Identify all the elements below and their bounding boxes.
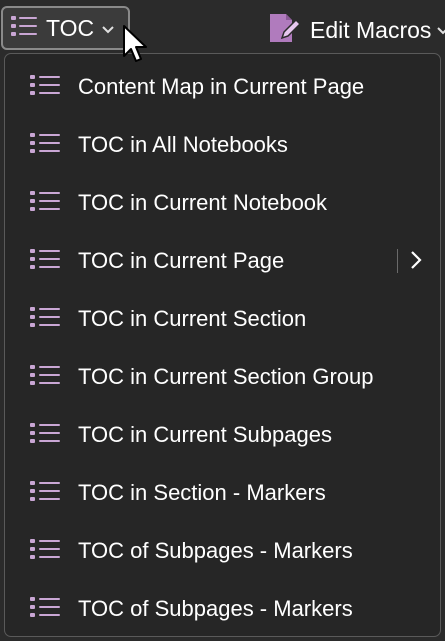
list-icon	[29, 246, 61, 277]
chevron-down-icon	[437, 22, 445, 38]
edit-macros-label: Edit Macros	[310, 16, 432, 43]
list-icon	[29, 594, 61, 625]
menu-item-label: TOC of Subpages - Markers	[78, 538, 353, 563]
list-icon	[29, 420, 61, 451]
menu-item-label: TOC in All Notebooks	[78, 132, 288, 157]
list-icon	[29, 362, 61, 393]
menu-item[interactable]: TOC in Current Notebook	[5, 174, 440, 232]
toc-dropdown-button[interactable]: TOC	[1, 6, 130, 50]
menu-item-label: TOC in Section - Markers	[78, 480, 326, 505]
list-icon	[29, 72, 61, 103]
toolbar: TOC Edit Macros	[0, 0, 445, 56]
menu-item[interactable]: TOC of Subpages - Markers	[5, 580, 440, 638]
toc-dropdown-menu: Content Map in Current Page TOC in All No…	[4, 53, 441, 637]
list-icon	[29, 536, 61, 567]
menu-item-label: TOC in Current Page	[78, 248, 285, 273]
list-icon	[10, 14, 38, 43]
menu-item-label: Content Map in Current Page	[78, 74, 365, 99]
mouse-pointer-icon	[122, 24, 148, 69]
menu-item[interactable]: TOC in Section - Markers	[5, 464, 440, 522]
menu-item-label: TOC in Current Section	[78, 306, 307, 331]
toc-button-label: TOC	[46, 14, 95, 41]
chevron-down-icon	[102, 21, 114, 37]
list-icon	[29, 304, 61, 335]
menu-item-label: TOC in Current Subpages	[78, 422, 332, 447]
edit-macros-button[interactable]: Edit Macros	[268, 12, 445, 48]
menu-item[interactable]: TOC in Current Section	[5, 290, 440, 348]
menu-item[interactable]: TOC of Subpages - Markers	[5, 522, 440, 580]
menu-item[interactable]: TOC in All Notebooks	[5, 116, 440, 174]
menu-item-label: TOC in Current Section Group	[78, 364, 374, 389]
menu-item[interactable]: TOC in Current Section Group	[5, 348, 440, 406]
menu-item-label: TOC in Current Notebook	[78, 190, 328, 215]
edit-macro-icon	[268, 12, 302, 49]
menu-item[interactable]: TOC in Current Subpages	[5, 406, 440, 464]
menu-item-label: TOC of Subpages - Markers	[78, 596, 353, 621]
submenu-divider	[397, 249, 398, 273]
list-icon	[29, 130, 61, 161]
chevron-right-icon[interactable]	[409, 248, 423, 277]
menu-item[interactable]: TOC in Current Page	[5, 232, 440, 290]
list-icon	[29, 478, 61, 509]
list-icon	[29, 188, 61, 219]
menu-item[interactable]: Content Map in Current Page	[5, 58, 440, 116]
